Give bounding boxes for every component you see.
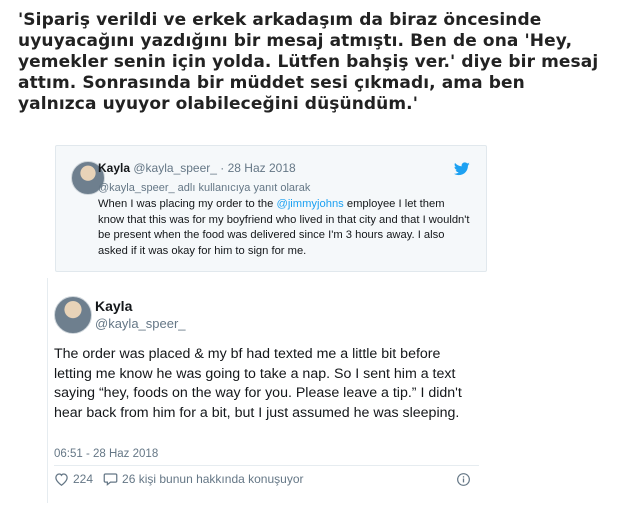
author-name[interactable]: Kayla bbox=[98, 161, 130, 175]
tweet-text: The order was placed & my bf had texted … bbox=[54, 346, 462, 421]
text-part: When I was placing my order to the bbox=[98, 198, 277, 210]
main-tweet: Kayla @kayla_speer_ The order was placed… bbox=[47, 278, 485, 503]
reply-to-label: @kayla_speer_ adlı kullanıcıya yanıt ola… bbox=[98, 182, 311, 194]
quoted-tweet-header: Kayla @kayla_speer_ · 28 Haz 2018 bbox=[98, 161, 296, 176]
quoted-tweet-text: When I was placing my order to the @jimm… bbox=[98, 197, 470, 259]
conversation-label: 26 kişi bunun hakkında konuşuyor bbox=[122, 472, 304, 486]
info-icon[interactable] bbox=[457, 473, 470, 486]
like-button[interactable]: 224 bbox=[54, 472, 93, 486]
heart-icon bbox=[55, 473, 68, 486]
avatar[interactable] bbox=[54, 296, 92, 334]
tweet-actions: 224 26 kişi bunun hakkında konuşuyor bbox=[54, 472, 313, 486]
twitter-bird-icon[interactable] bbox=[454, 162, 470, 176]
author-handle[interactable]: @kayla_speer_ bbox=[133, 161, 217, 175]
like-count: 224 bbox=[73, 472, 94, 486]
date-separator: · bbox=[220, 161, 225, 175]
article-caption: 'Sipariş verildi ve erkek arkadaşım da b… bbox=[18, 10, 599, 114]
comment-icon bbox=[103, 473, 118, 486]
author-name[interactable]: Kayla bbox=[95, 298, 132, 314]
tweet-timestamp[interactable]: 06:51 - 28 Haz 2018 bbox=[54, 448, 158, 460]
mention-link[interactable]: @jimmyjohns bbox=[276, 198, 343, 210]
quoted-tweet-card[interactable]: Kayla @kayla_speer_ · 28 Haz 2018 @kayla… bbox=[55, 145, 487, 272]
conversation-button[interactable]: 26 kişi bunun hakkında konuşuyor bbox=[103, 472, 303, 486]
tweet-date[interactable]: 28 Haz 2018 bbox=[228, 161, 296, 175]
author-handle[interactable]: @kayla_speer_ bbox=[95, 316, 186, 331]
divider bbox=[54, 465, 479, 466]
